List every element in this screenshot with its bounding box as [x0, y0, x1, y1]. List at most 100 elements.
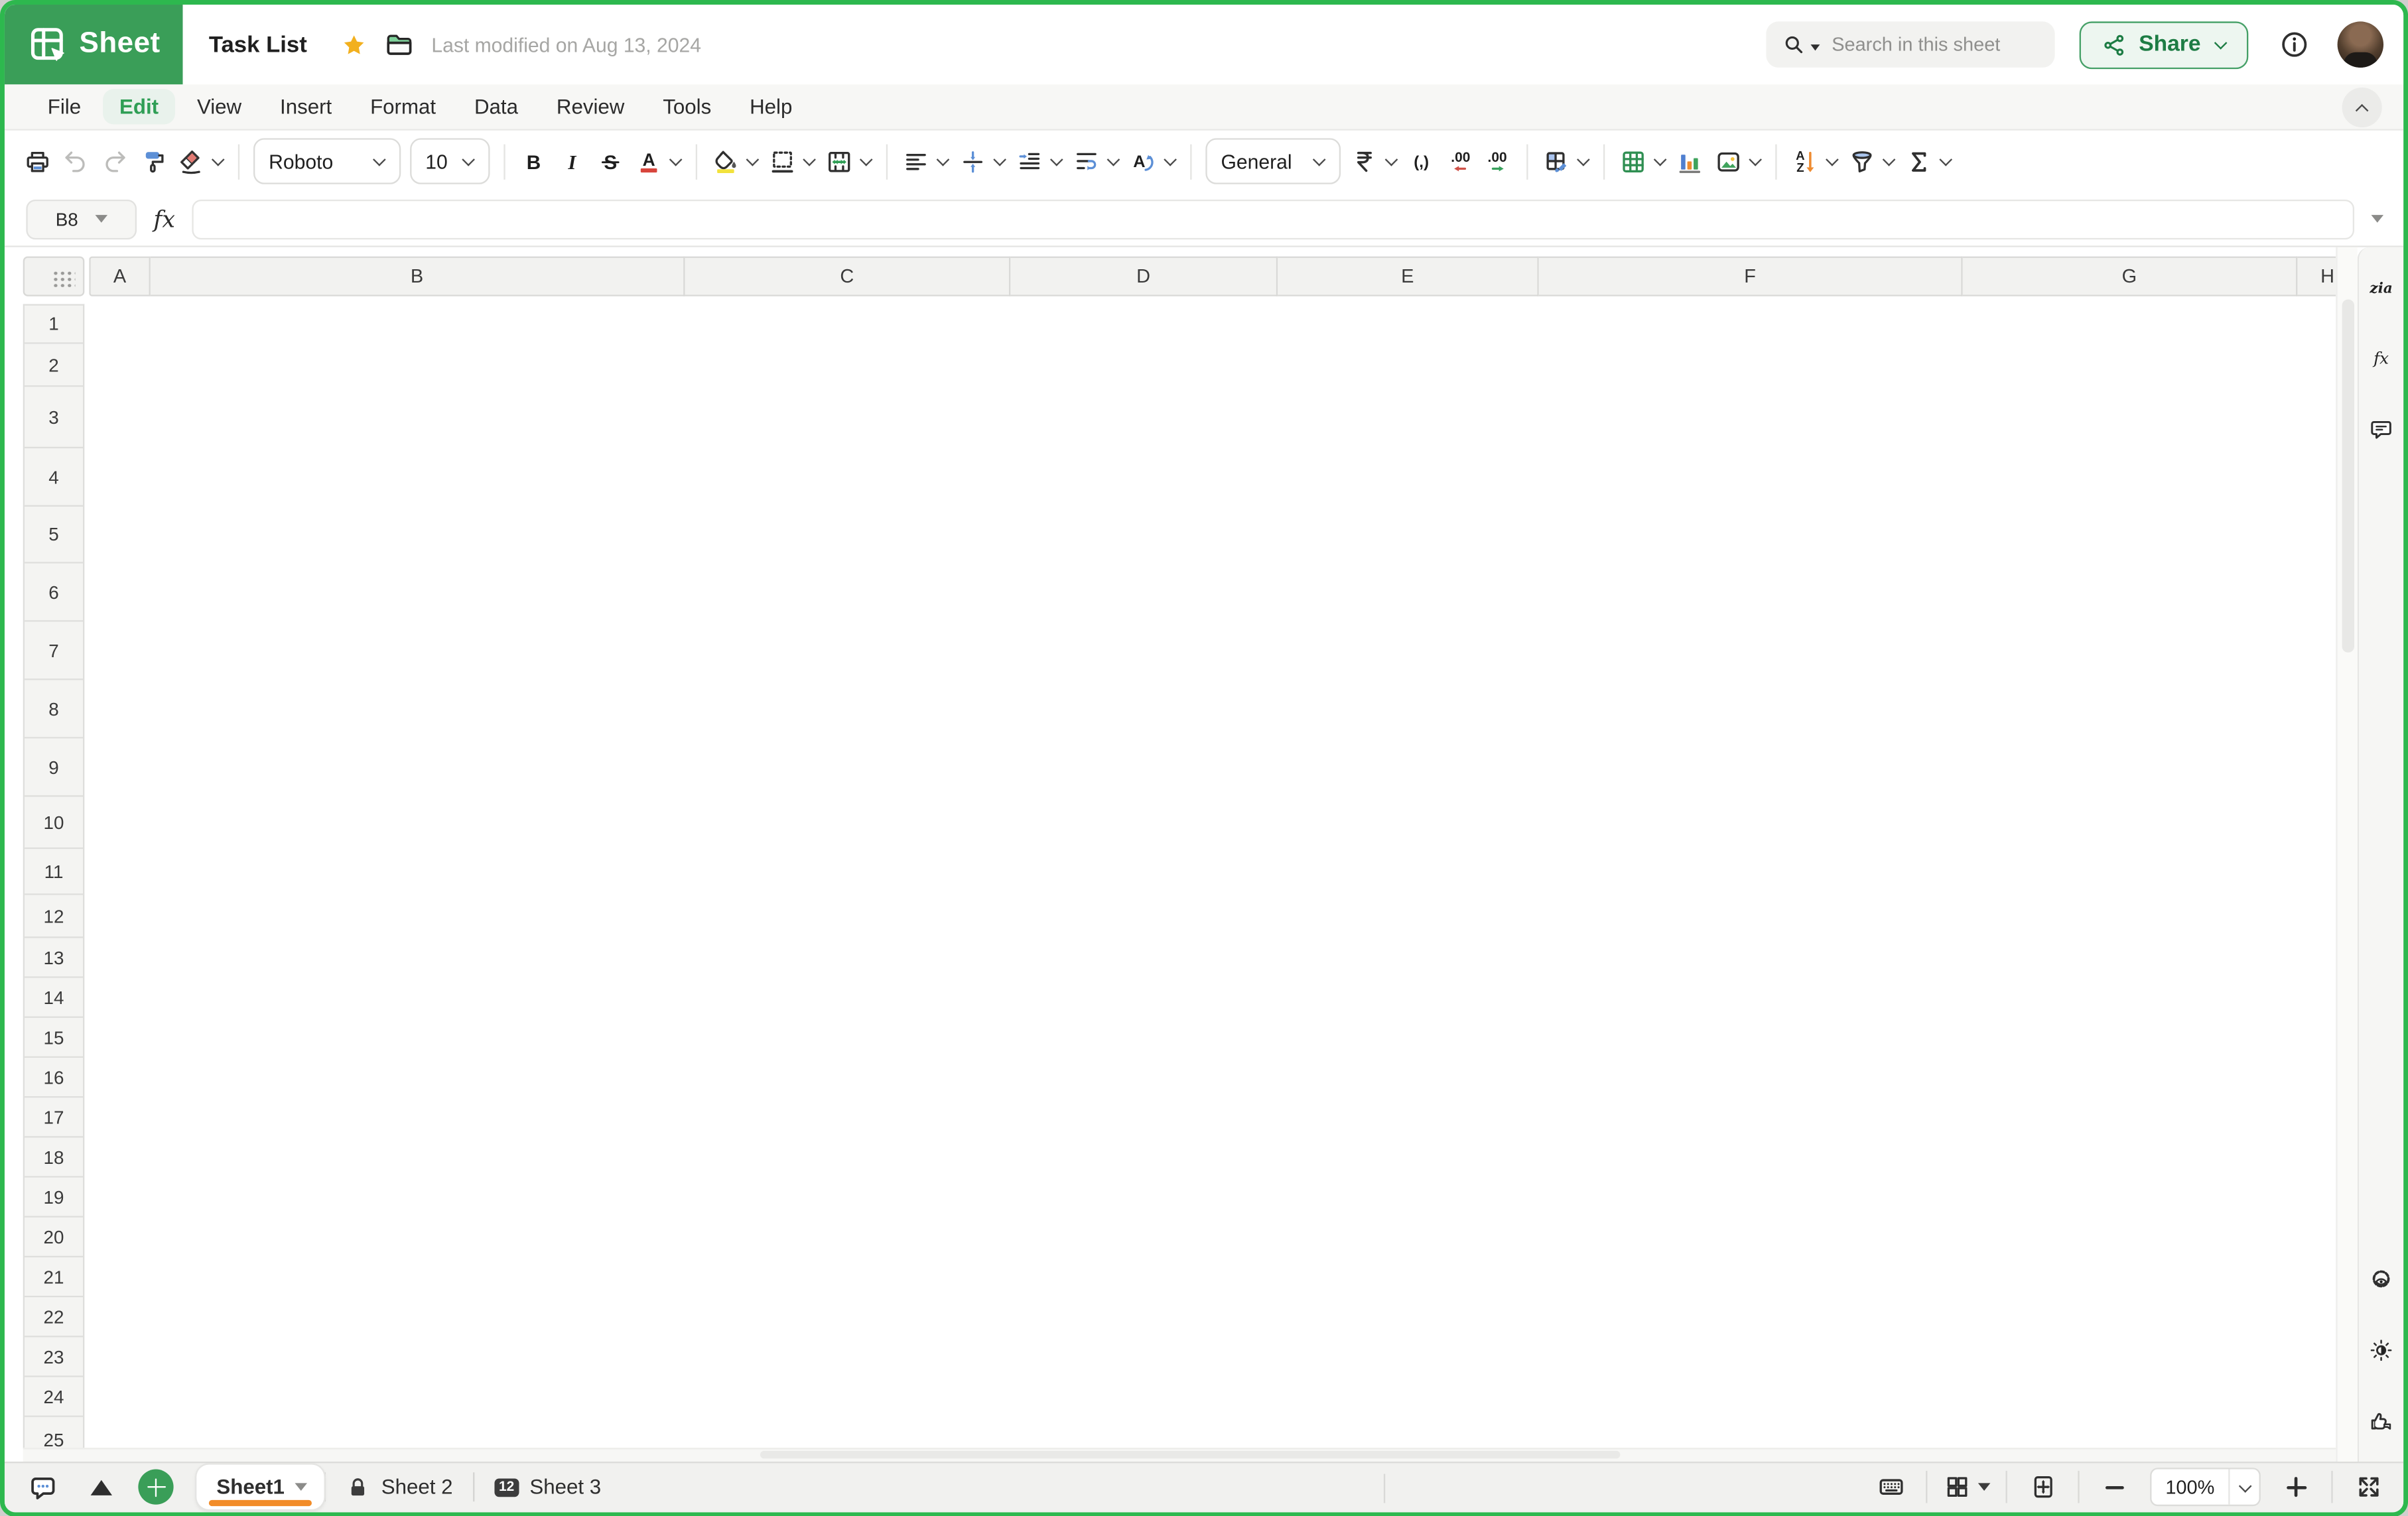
- currency-rupee-button[interactable]: [1345, 138, 1402, 184]
- folder-icon[interactable]: [384, 29, 415, 60]
- text-wrap-button[interactable]: [1067, 138, 1124, 184]
- italic-button[interactable]: I: [553, 138, 591, 184]
- view-settings-button[interactable]: [2361, 1260, 2401, 1300]
- column-header-c[interactable]: C: [685, 257, 1011, 296]
- sheet-tab-sheet-2[interactable]: Sheet 2: [326, 1462, 472, 1511]
- column-header-f[interactable]: F: [1539, 257, 1963, 296]
- horizontal-scrollbar[interactable]: [23, 1447, 2336, 1461]
- comments-button[interactable]: [2361, 409, 2401, 448]
- fill-color-button[interactable]: [706, 138, 764, 184]
- sort-button[interactable]: AZ: [1786, 138, 1843, 184]
- column-header-g[interactable]: G: [1963, 257, 2298, 296]
- zoom-dropdown[interactable]: [2228, 1470, 2259, 1505]
- document-title[interactable]: Task List: [209, 31, 307, 57]
- share-button[interactable]: Share: [2079, 21, 2248, 68]
- column-header-b[interactable]: B: [151, 257, 685, 296]
- vertical-scrollbar-thumb[interactable]: [2342, 299, 2355, 652]
- cell-name-box[interactable]: B8: [26, 199, 137, 239]
- formula-bar-expand-caret-icon[interactable]: [2372, 215, 2384, 223]
- discuss-icon[interactable]: [28, 1472, 58, 1502]
- formula-builder-button[interactable]: fx: [2361, 338, 2401, 377]
- search-input[interactable]: [1832, 34, 2039, 55]
- row-header-6[interactable]: 6: [25, 564, 83, 622]
- row-header-22[interactable]: 22: [25, 1297, 83, 1337]
- row-header-2[interactable]: 2: [25, 344, 83, 387]
- number-format-select[interactable]: General: [1205, 138, 1341, 184]
- font-color-button[interactable]: A: [630, 138, 687, 184]
- column-header-e[interactable]: E: [1278, 257, 1539, 296]
- info-icon[interactable]: [2279, 29, 2310, 60]
- row-header-4[interactable]: 4: [25, 448, 83, 507]
- row-header-8[interactable]: 8: [25, 680, 83, 739]
- row-header-11[interactable]: 11: [25, 849, 83, 895]
- horizontal-align-button[interactable]: [897, 138, 954, 184]
- row-header-19[interactable]: 19: [25, 1178, 83, 1218]
- row-header-3[interactable]: 3: [25, 387, 83, 448]
- row-header-5[interactable]: 5: [25, 507, 83, 564]
- menu-format[interactable]: Format: [354, 89, 453, 124]
- text-rotate-button[interactable]: A: [1124, 138, 1181, 184]
- fullscreen-button[interactable]: [2348, 1467, 2388, 1507]
- menu-help[interactable]: Help: [733, 89, 809, 124]
- row-header-23[interactable]: 23: [25, 1337, 83, 1377]
- insert-chart-button[interactable]: [1671, 138, 1709, 184]
- undo-button[interactable]: [57, 138, 96, 184]
- feedback-button[interactable]: [2361, 1401, 2401, 1441]
- sheet-tab-sheet-3[interactable]: 12Sheet 3: [474, 1462, 621, 1511]
- increase-decimal-button[interactable]: .00: [1479, 138, 1517, 184]
- format-painter-button[interactable]: [133, 138, 172, 184]
- horizontal-scrollbar-thumb[interactable]: [760, 1451, 1620, 1459]
- menu-insert[interactable]: Insert: [263, 89, 349, 124]
- search-options-caret-icon[interactable]: [1810, 44, 1820, 50]
- column-header-a[interactable]: A: [89, 257, 151, 296]
- menu-view[interactable]: View: [180, 89, 258, 124]
- strikethrough-button[interactable]: S: [591, 138, 630, 184]
- row-header-12[interactable]: 12: [25, 895, 83, 938]
- insert-image-button[interactable]: [1709, 138, 1767, 184]
- collapse-toolbar-button[interactable]: [2342, 87, 2382, 127]
- font-family-select[interactable]: Roboto: [253, 138, 401, 184]
- row-header-17[interactable]: 17: [25, 1098, 83, 1137]
- menu-data[interactable]: Data: [458, 89, 535, 124]
- search-box[interactable]: [1766, 21, 2054, 67]
- merge-cells-button[interactable]: [820, 138, 877, 184]
- row-header-10[interactable]: 10: [25, 797, 83, 850]
- row-header-20[interactable]: 20: [25, 1218, 83, 1257]
- zoom-out-button[interactable]: [2095, 1467, 2135, 1507]
- row-header-1[interactable]: 1: [25, 304, 83, 344]
- row-header-25[interactable]: 25: [25, 1417, 83, 1447]
- clear-format-button[interactable]: [172, 138, 229, 184]
- row-header-18[interactable]: 18: [25, 1137, 83, 1177]
- redo-button[interactable]: [96, 138, 134, 184]
- menu-edit[interactable]: Edit: [103, 89, 176, 124]
- insert-table-button[interactable]: [1614, 138, 1671, 184]
- conditional-format-button[interactable]: [1537, 138, 1594, 184]
- fit-to-screen-button[interactable]: [2023, 1467, 2062, 1507]
- indent-button[interactable]: [1010, 138, 1067, 184]
- sheet-list-icon[interactable]: [91, 1480, 112, 1495]
- zoom-level[interactable]: 100%: [2151, 1470, 2228, 1505]
- print-button[interactable]: [19, 138, 57, 184]
- row-header-7[interactable]: 7: [25, 622, 83, 680]
- borders-button[interactable]: [764, 138, 821, 184]
- add-sheet-button[interactable]: [138, 1470, 173, 1505]
- app-logo[interactable]: Sheet: [5, 5, 183, 84]
- row-header-14[interactable]: 14: [25, 978, 83, 1018]
- menu-review[interactable]: Review: [539, 89, 641, 124]
- row-header-9[interactable]: 9: [25, 739, 83, 797]
- keyboard-shortcuts-button[interactable]: [1871, 1467, 1910, 1507]
- functions-button[interactable]: [1900, 138, 1957, 184]
- zoom-in-button[interactable]: [2276, 1467, 2316, 1507]
- font-size-select[interactable]: 10: [410, 138, 490, 184]
- menu-tools[interactable]: Tools: [646, 89, 728, 124]
- menu-file[interactable]: File: [31, 89, 98, 124]
- row-header-15[interactable]: 15: [25, 1018, 83, 1058]
- spreadsheet-cells[interactable]: [89, 304, 2336, 1447]
- comma-format-button[interactable]: (,): [1402, 138, 1441, 184]
- zia-button[interactable]: zia: [2361, 267, 2401, 307]
- bold-button[interactable]: B: [515, 138, 553, 184]
- row-header-16[interactable]: 16: [25, 1058, 83, 1098]
- formula-input[interactable]: [192, 199, 2354, 239]
- user-avatar[interactable]: [2338, 21, 2383, 67]
- decrease-decimal-button[interactable]: .00: [1441, 138, 1479, 184]
